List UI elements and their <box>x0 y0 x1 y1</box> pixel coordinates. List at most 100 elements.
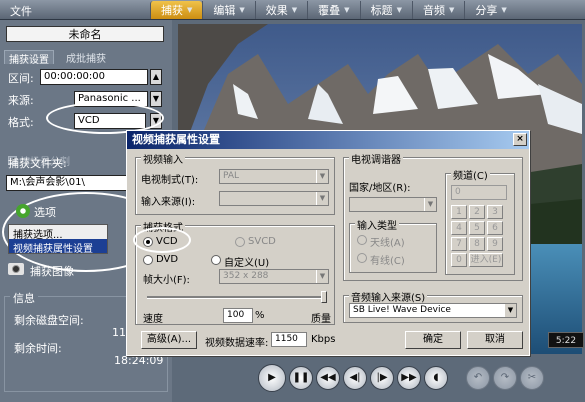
tv-tuner-group-label: 电视调谐器 <box>349 151 403 166</box>
player-controls: ▶ ❚❚ ◀◀ ◀| |▶ ▶▶ ◖ ↶ ↷ ✂ <box>258 364 544 392</box>
radio-antenna-label: 天线(A) <box>370 238 405 249</box>
rewind-icon[interactable]: ◀◀ <box>316 366 340 390</box>
options-button[interactable]: 选项 <box>34 204 56 220</box>
file-menu[interactable]: 文件 <box>10 3 32 19</box>
info-title: 信息 <box>10 290 38 306</box>
tab-share-label: 分享 <box>475 4 498 17</box>
volume-icon[interactable]: ◖ <box>424 366 448 390</box>
input-type-group-label: 输入类型 <box>355 217 399 232</box>
radio-antenna[interactable] <box>357 235 367 245</box>
radio-custom-label: 自定义(U) <box>224 258 270 269</box>
tab-title[interactable]: 标题 ▼ <box>359 1 412 19</box>
tab-capture-label: 捕获 <box>161 4 183 17</box>
country-select[interactable]: ▼ <box>349 197 437 212</box>
capture-folder-label: 捕获文件夹: <box>8 157 67 170</box>
pause-icon[interactable]: ❚❚ <box>289 366 313 390</box>
scissors-icon[interactable]: ✂ <box>520 366 544 390</box>
chevron-down-icon: ▼ <box>504 304 516 317</box>
radio-cable[interactable] <box>357 253 367 263</box>
tv-system-value: PAL <box>223 171 240 181</box>
format-label: 格式: <box>8 116 34 129</box>
tab-overlay[interactable]: 覆叠 ▼ <box>307 1 359 19</box>
channel-spin[interactable]: 0 <box>451 185 507 200</box>
quality-slider-thumb[interactable] <box>321 291 327 303</box>
timecode-display: 5:22 <box>548 332 584 348</box>
remaining-time-label: 剩余时间: <box>14 342 62 355</box>
input-source-select[interactable]: ▼ <box>219 191 329 206</box>
keypad-9[interactable]: 9 <box>487 237 503 251</box>
cancel-button[interactable]: 取消 <box>467 331 523 349</box>
data-rate-label: 视频数据速率: <box>205 338 269 349</box>
chevron-down-icon: ▼ <box>316 192 328 205</box>
tab-effect-label: 效果 <box>265 4 288 17</box>
frame-size-select[interactable]: 352 x 288 ▼ <box>219 269 329 284</box>
advanced-button[interactable]: 高级(A)... <box>141 331 197 349</box>
audio-source-value: SB Live! Wave Device <box>353 305 451 315</box>
quality-label: 质量 <box>311 314 331 325</box>
capture-image-button[interactable]: 捕获图像 <box>30 263 74 279</box>
channel-group-label: 频道(C) <box>451 167 490 182</box>
audio-source-select[interactable]: SB Live! Wave Device ▼ <box>349 303 517 318</box>
data-rate-input[interactable]: 1150 <box>271 332 307 347</box>
chevron-down-icon: ▼ <box>316 270 328 283</box>
keypad-8[interactable]: 8 <box>469 237 485 251</box>
tab-share[interactable]: 分享 ▼ <box>464 1 516 19</box>
audio-source-group-label: 音频输入来源(S) <box>349 289 428 304</box>
duration-spin-button[interactable]: ▲ <box>150 69 162 85</box>
next-frame-icon[interactable]: |▶ <box>370 366 394 390</box>
speed-label: 速度 <box>143 314 163 325</box>
play-icon[interactable]: ▶ <box>258 364 286 392</box>
undo-icon[interactable]: ↶ <box>466 366 490 390</box>
keypad-3[interactable]: 3 <box>487 205 503 219</box>
video-input-group-label: 视频输入 <box>141 151 185 166</box>
disk-space-label: 剩余磁盘空间: <box>14 314 84 327</box>
radio-svcd[interactable] <box>235 237 245 247</box>
top-menu-bar: 文件 捕获 ▼ 编辑 ▼ 效果 ▼ 覆叠 ▼ 标题 ▼ 音频 ▼ 分享 ▼ <box>0 0 585 20</box>
input-source-label: 输入来源(I): <box>141 197 196 208</box>
redo-icon[interactable]: ↷ <box>493 366 517 390</box>
chevron-down-icon: ▼ <box>424 198 436 211</box>
chevron-down-icon: ▼ <box>344 6 350 14</box>
keypad-4[interactable]: 4 <box>451 221 467 235</box>
keypad-1[interactable]: 1 <box>451 205 467 219</box>
dialog-title: 视频捕获属性设置 <box>132 133 220 146</box>
chevron-down-icon: ▼ <box>316 170 328 183</box>
tab-audio-label: 音频 <box>422 4 445 17</box>
subtab-smart-capture[interactable]: 成批捕获 <box>62 50 110 65</box>
chevron-down-icon: ▼ <box>291 6 298 14</box>
tv-system-select[interactable]: PAL ▼ <box>219 169 329 184</box>
keypad-0[interactable]: 0 <box>451 253 467 267</box>
quality-slider[interactable] <box>147 296 327 299</box>
tab-edit[interactable]: 编辑 ▼ <box>202 1 254 19</box>
tab-capture[interactable]: 捕获 ▼ <box>150 1 203 19</box>
gear-icon[interactable] <box>16 204 30 218</box>
ok-button[interactable]: 确定 <box>405 331 461 349</box>
radio-dvd[interactable] <box>143 255 153 265</box>
close-icon[interactable]: × <box>513 133 527 146</box>
menu-item-video-capture-properties[interactable]: 视频捕获属性设置 <box>9 239 107 255</box>
chevron-down-icon[interactable]: ▼ <box>150 91 162 107</box>
previous-frame-icon[interactable]: ◀| <box>343 366 367 390</box>
radio-custom[interactable] <box>211 255 221 265</box>
camera-icon[interactable] <box>8 263 24 275</box>
menu-item-capture-options[interactable]: 捕获选项... <box>9 225 107 241</box>
keypad-6[interactable]: 6 <box>487 221 503 235</box>
subtab-capture-settings[interactable]: 捕获设置 <box>4 50 54 66</box>
source-label: 来源: <box>8 94 34 107</box>
keypad-enter[interactable]: 进入(E) <box>469 253 503 267</box>
tab-audio[interactable]: 音频 ▼ <box>411 1 464 19</box>
tab-effect[interactable]: 效果 ▼ <box>254 1 307 19</box>
keypad-7[interactable]: 7 <box>451 237 467 251</box>
quality-input[interactable]: 100 <box>223 308 253 323</box>
radio-svcd-label: SVCD <box>248 236 276 247</box>
fast-forward-icon[interactable]: ▶▶ <box>397 366 421 390</box>
keypad-2[interactable]: 2 <box>469 205 485 219</box>
duration-input[interactable]: 00:00:00:00 <box>40 69 148 85</box>
frame-size-value: 352 x 288 <box>223 271 269 281</box>
options-menu: 捕获选项... 视频捕获属性设置 <box>8 224 108 255</box>
keypad-5[interactable]: 5 <box>469 221 485 235</box>
chevron-down-icon: ▼ <box>396 6 402 14</box>
chevron-down-icon: ▼ <box>501 6 507 14</box>
dialog-title-bar: 视频捕获属性设置 × <box>127 131 529 149</box>
